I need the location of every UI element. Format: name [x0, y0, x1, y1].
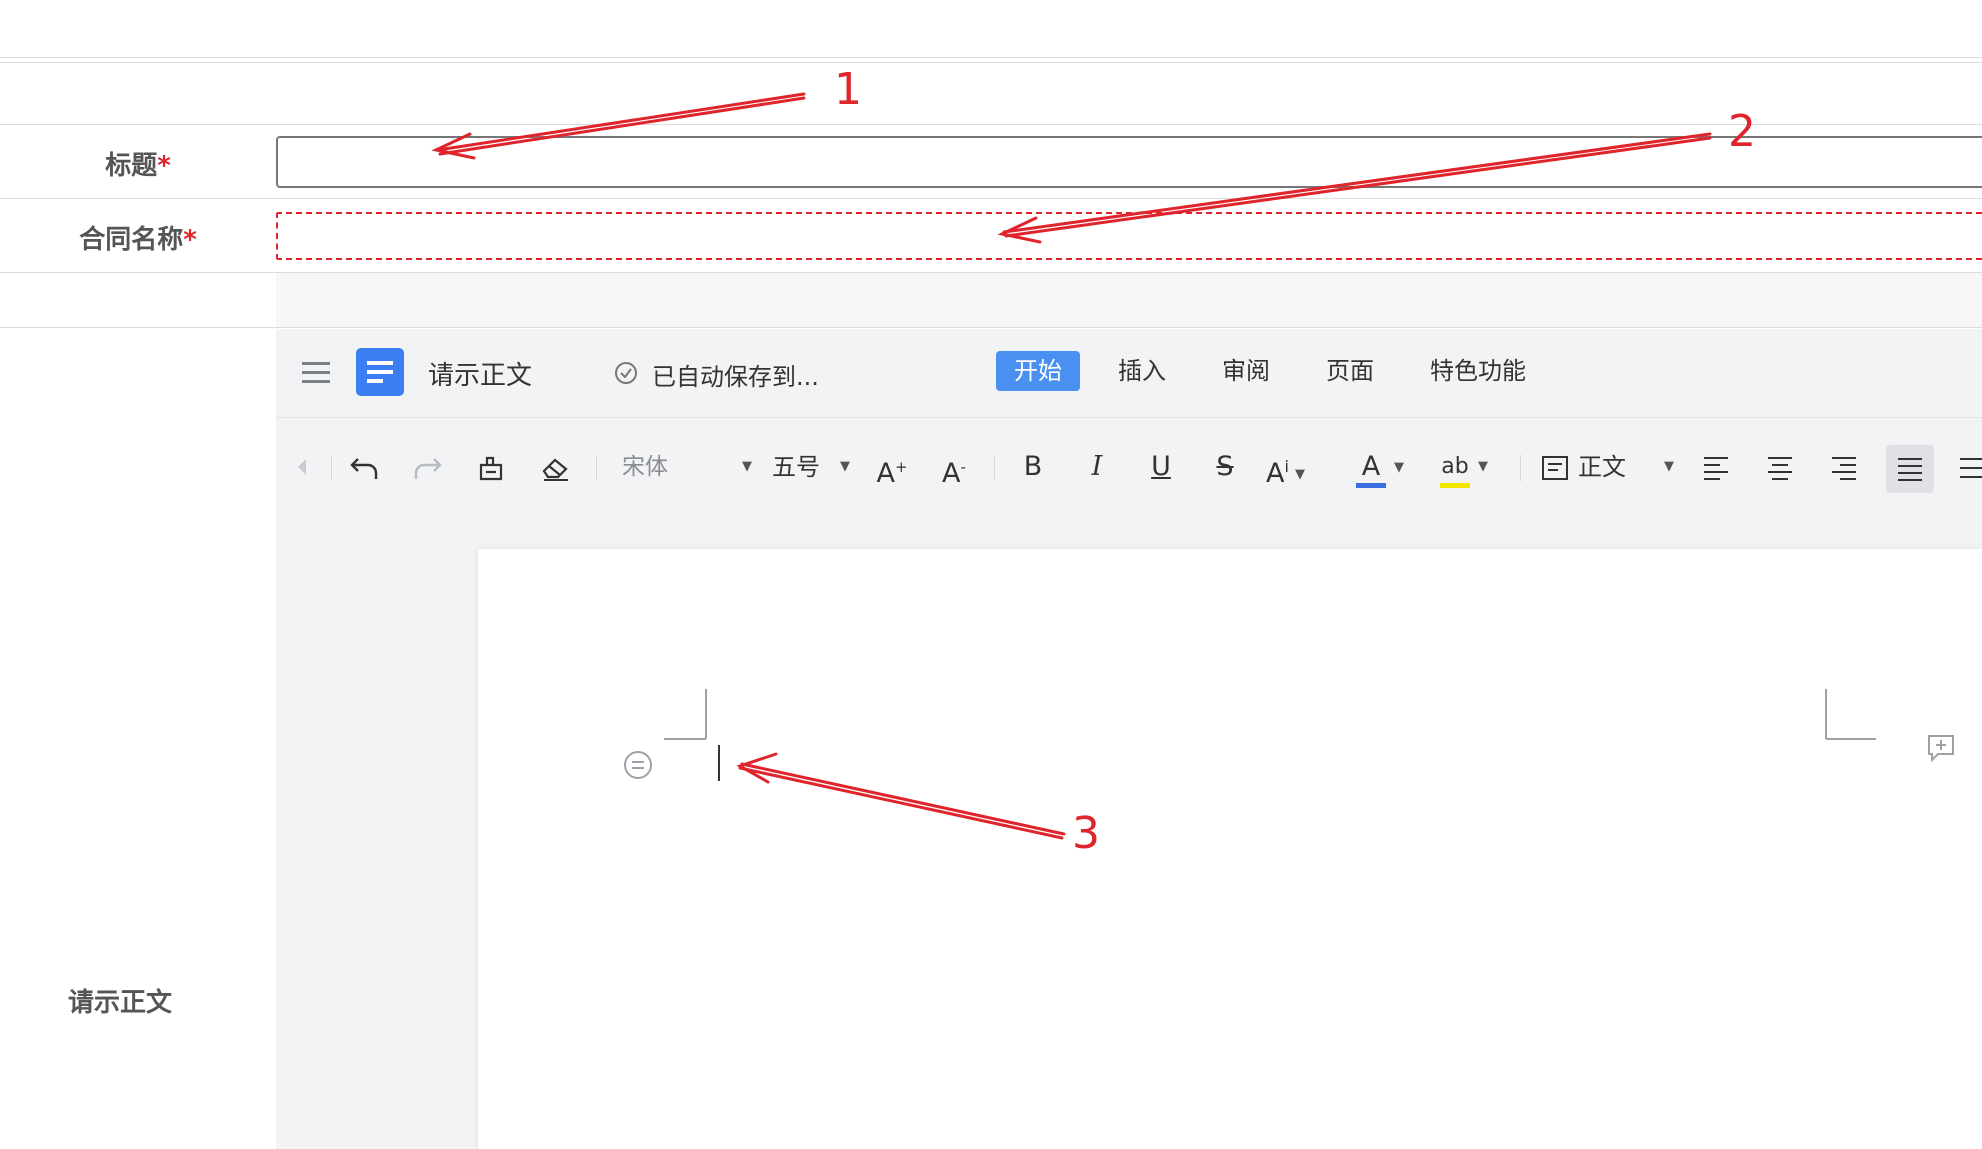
annotation-arrow-1	[436, 92, 806, 152]
annotation-arrows	[431, 92, 1712, 840]
annotation-label-2: 2	[1728, 106, 1756, 157]
annotation-label-3: 3	[1072, 808, 1100, 859]
annotation-arrow-3	[740, 762, 1066, 836]
annotation-arrow-2	[1002, 132, 1712, 234]
annotation-label-1: 1	[834, 64, 862, 115]
